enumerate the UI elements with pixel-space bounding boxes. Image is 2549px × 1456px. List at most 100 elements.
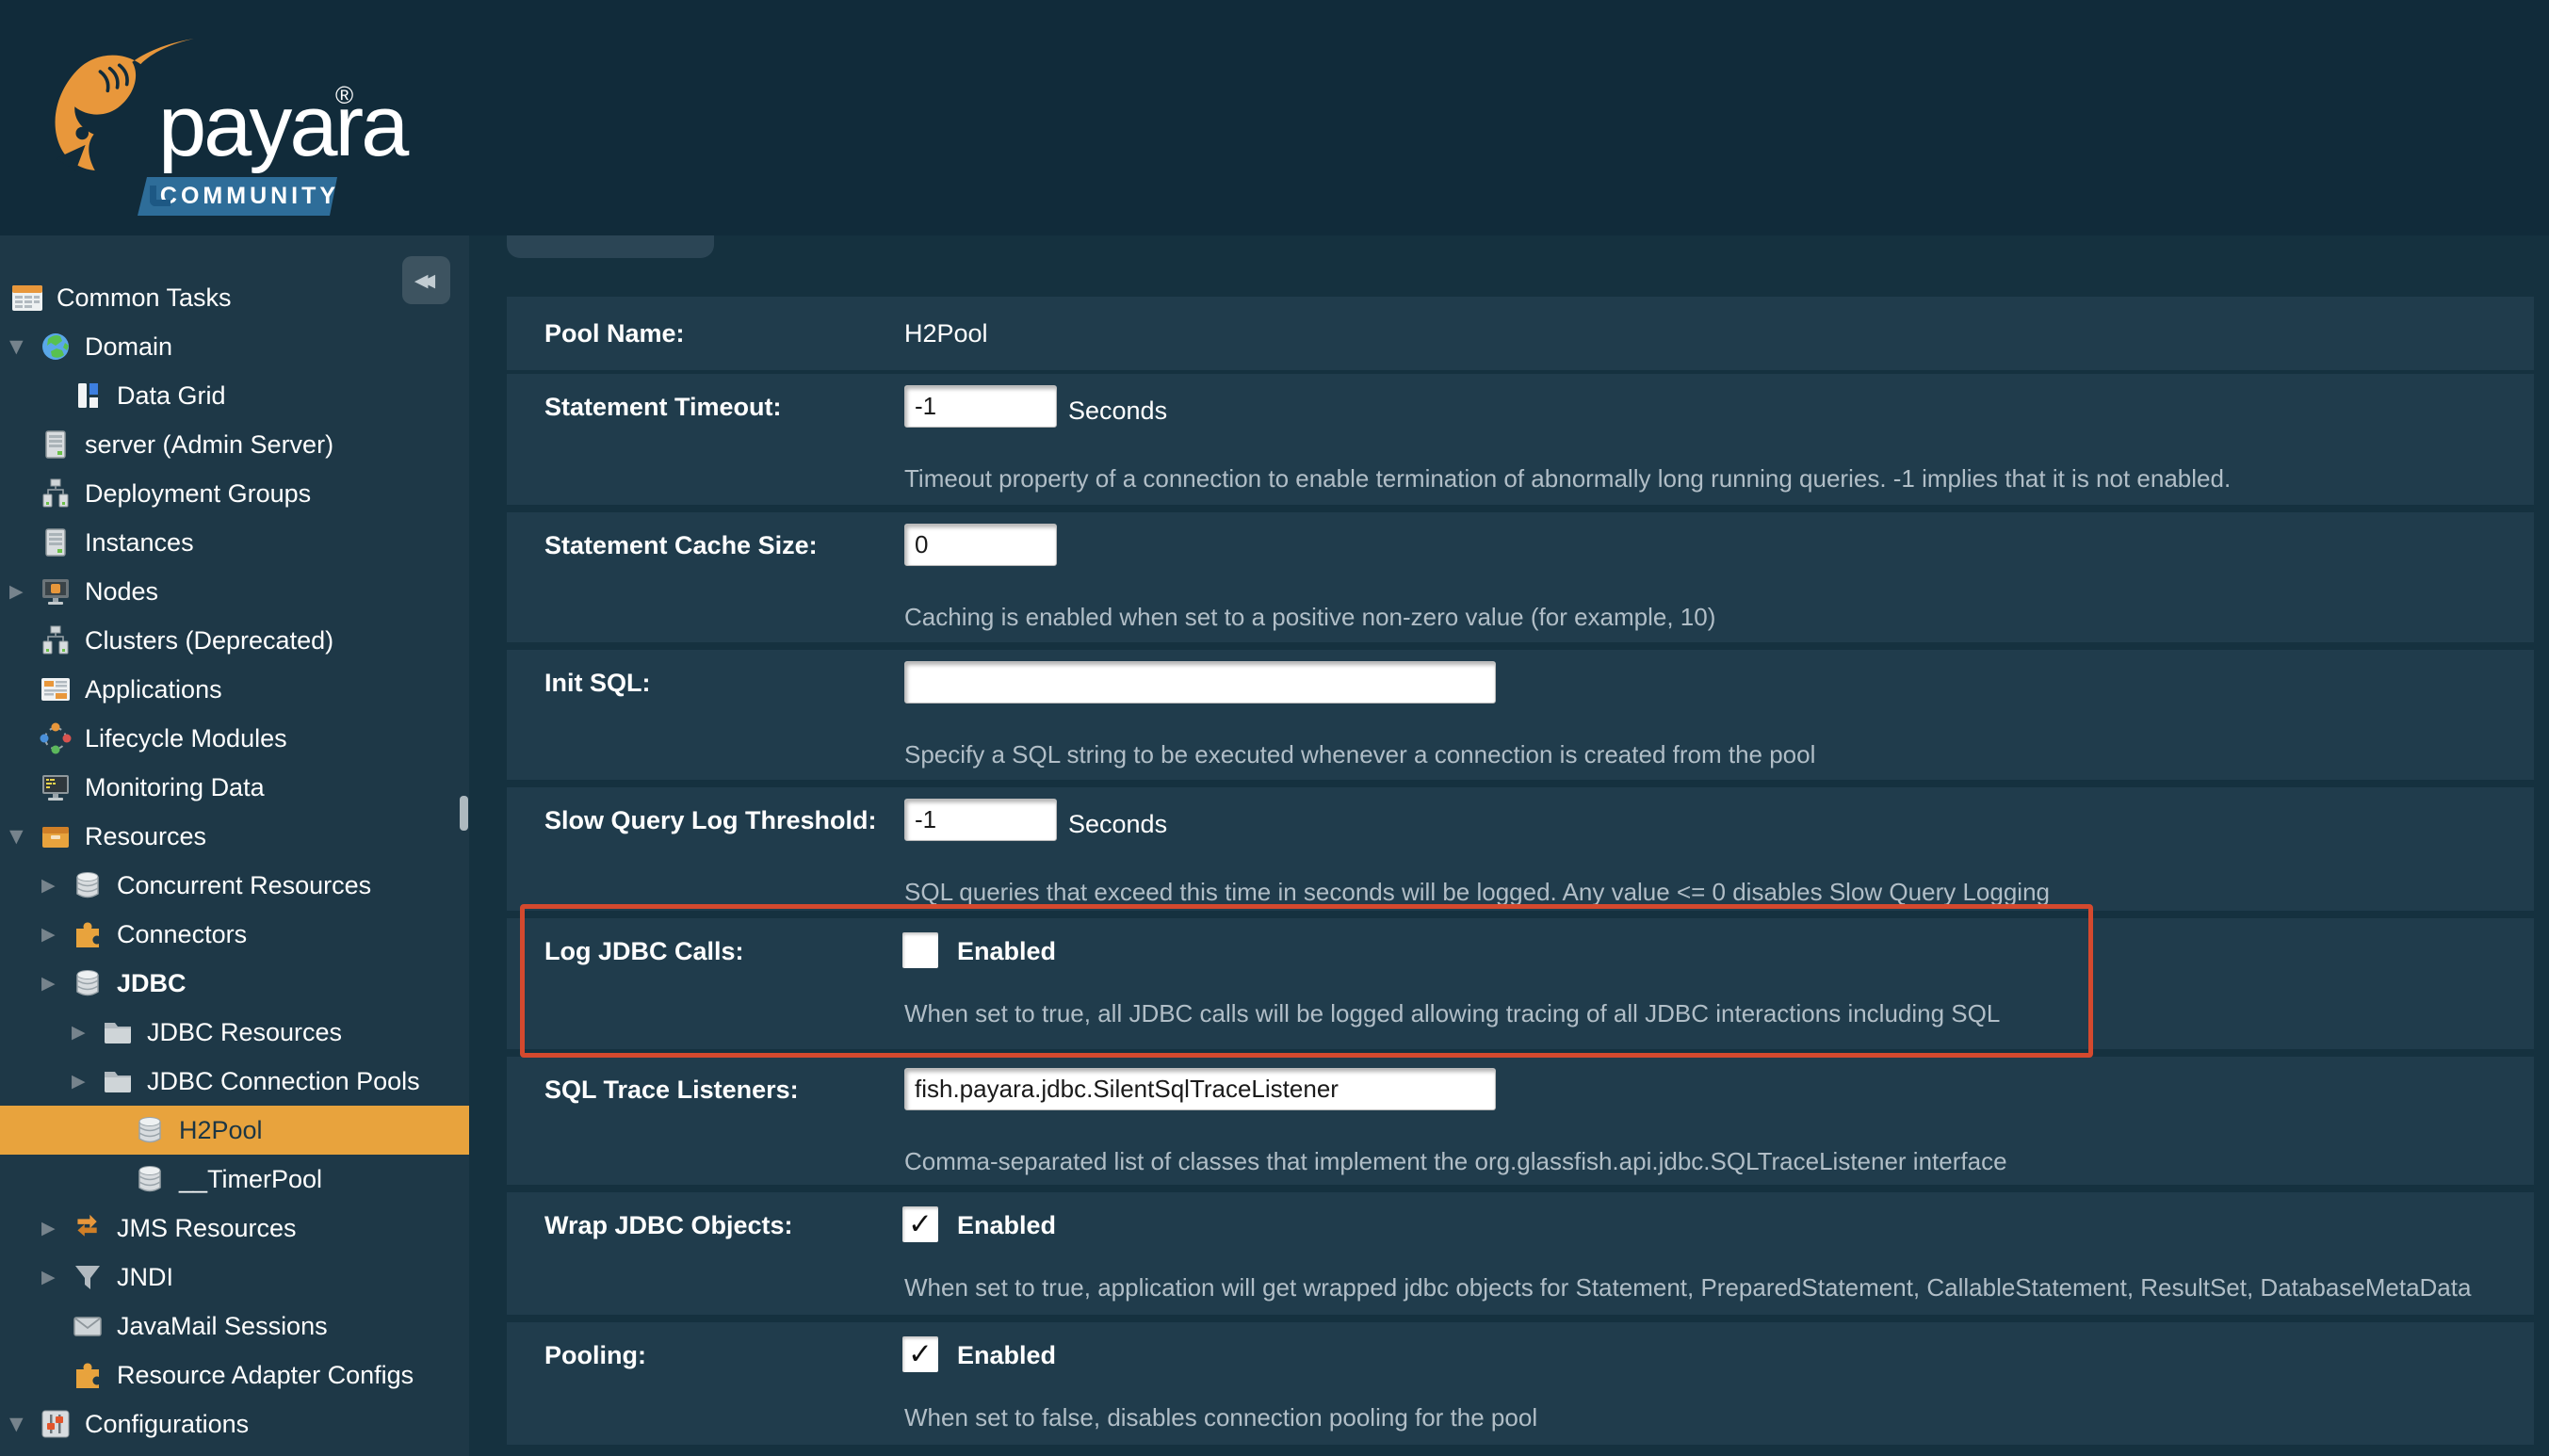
sidebar-item-lifecycle-modules[interactable]: Lifecycle Modules bbox=[0, 714, 469, 763]
sidebar-item-instances[interactable]: Instances bbox=[0, 518, 469, 567]
collapse-arrow-icon[interactable]: ▶ bbox=[41, 973, 72, 994]
common-tasks-icon bbox=[11, 282, 43, 314]
sidebar-item-clusters-deprecated[interactable]: Clusters (Deprecated) bbox=[0, 616, 469, 665]
sidebar-item-domain[interactable]: ▼Domain bbox=[0, 322, 469, 371]
pooling-description: When set to false, disables connection p… bbox=[904, 1403, 1537, 1432]
sidebar-item-label: Instances bbox=[85, 528, 194, 558]
expand-arrow-icon[interactable]: ▼ bbox=[9, 1414, 40, 1434]
collapse-double-arrow-icon: ◀◀ bbox=[414, 270, 429, 291]
statement-timeout-label: Statement Timeout: bbox=[544, 393, 782, 422]
sidebar-item-server-admin-server[interactable]: server (Admin Server) bbox=[0, 420, 469, 469]
sidebar-item-monitoring-data[interactable]: Monitoring Data bbox=[0, 763, 469, 812]
form-row-statement-cache-size: Statement Cache Size: Caching is enabled … bbox=[507, 512, 2534, 642]
log-jdbc-calls-label: Log JDBC Calls: bbox=[544, 937, 744, 966]
partial-tab[interactable] bbox=[507, 235, 714, 258]
slow-query-log-threshold-input[interactable] bbox=[904, 799, 1057, 841]
sidebar-item-javamail-sessions[interactable]: JavaMail Sessions bbox=[0, 1302, 469, 1351]
sidebar-item-jdbc-resources[interactable]: ▶JDBC Resources bbox=[0, 1008, 469, 1057]
database-icon bbox=[134, 1163, 166, 1195]
sidebar-item-label: JDBC bbox=[117, 969, 187, 998]
sidebar-item-applications[interactable]: Applications bbox=[0, 665, 469, 714]
sidebar-item-connectors[interactable]: ▶ Connectors bbox=[0, 910, 469, 959]
deployment-groups-icon bbox=[40, 624, 72, 656]
badge-hook-icon bbox=[150, 186, 170, 206]
form-row-pooling: Pooling: ✓ Enabled When set to false, disab… bbox=[507, 1322, 2534, 1445]
collapse-arrow-icon[interactable]: ▶ bbox=[41, 1267, 72, 1287]
collapse-arrow-icon[interactable]: ▶ bbox=[41, 1218, 72, 1238]
init-sql-input[interactable] bbox=[904, 661, 1496, 704]
data-grid-icon bbox=[72, 380, 104, 412]
log-jdbc-calls-checkbox[interactable] bbox=[902, 932, 938, 968]
sidebar-item-jdbc-connection-pools[interactable]: ▶ JDBC Connection Pools bbox=[0, 1057, 469, 1106]
slow-query-log-threshold-description: SQL queries that exceed this time in sec… bbox=[904, 878, 2050, 907]
sidebar-item-label: Clusters (Deprecated) bbox=[85, 626, 333, 655]
node-monitor-icon bbox=[40, 575, 72, 607]
statement-cache-size-description: Caching is enabled when set to a positiv… bbox=[904, 603, 1715, 632]
sidebar-item-timerpool[interactable]: __TimerPool bbox=[0, 1155, 469, 1204]
sidebar-item-jdbc[interactable]: ▶ JDBC bbox=[0, 959, 469, 1008]
sidebar-item-data-grid[interactable]: Data Grid bbox=[0, 371, 469, 420]
pooling-checkbox[interactable]: ✓ bbox=[902, 1336, 938, 1372]
globe-icon bbox=[40, 331, 72, 363]
statement-timeout-description: Timeout property of a connection to enab… bbox=[904, 464, 2231, 493]
expand-arrow-icon[interactable]: ▼ bbox=[9, 336, 40, 357]
navigation-tree: Common Tasks▼Domain Data Grid server (Admi… bbox=[0, 273, 469, 1448]
sidebar-item-nodes[interactable]: ▶Nodes bbox=[0, 567, 469, 616]
sidebar-item-label: Data Grid bbox=[117, 381, 226, 411]
sidebar-item-label: Resource Adapter Configs bbox=[117, 1361, 414, 1390]
registered-mark: ® bbox=[335, 81, 353, 110]
collapse-arrow-icon[interactable]: ▶ bbox=[41, 924, 72, 945]
form-row-slow-query-log-threshold: Slow Query Log Threshold:SecondsSQL quer… bbox=[507, 787, 2534, 911]
sidebar-item-label: JNDI bbox=[117, 1263, 173, 1292]
payara-logo: payara ® COMMUNITY bbox=[47, 28, 443, 226]
sidebar-item-label: Monitoring Data bbox=[85, 773, 265, 802]
sidebar: Common Tasks▼Domain Data Grid server (Admi… bbox=[0, 235, 469, 1456]
pooling-label: Pooling: bbox=[544, 1341, 646, 1370]
brand-name: payara bbox=[158, 77, 406, 176]
mail-icon bbox=[72, 1310, 104, 1342]
sidebar-item-label: Configurations bbox=[85, 1410, 249, 1439]
sidebar-item-deployment-groups[interactable]: Deployment Groups bbox=[0, 469, 469, 518]
statement-cache-size-label: Statement Cache Size: bbox=[544, 531, 818, 560]
form-row-sql-trace-listeners: SQL Trace Listeners:Comma-separated list… bbox=[507, 1057, 2534, 1185]
sidebar-collapse-button[interactable]: ◀◀ bbox=[402, 256, 450, 304]
folder-icon bbox=[102, 1065, 134, 1097]
sql-trace-listeners-input[interactable] bbox=[904, 1068, 1496, 1110]
wrap-jdbc-objects-description: When set to true, application will get w… bbox=[904, 1273, 2471, 1302]
wrap-jdbc-objects-checkbox[interactable]: ✓ bbox=[902, 1206, 938, 1242]
applications-icon bbox=[40, 673, 72, 705]
sidebar-item-label: Resources bbox=[85, 822, 206, 851]
sidebar-item-label: server (Admin Server) bbox=[85, 430, 333, 460]
sidebar-item-concurrent-resources[interactable]: ▶Concurrent Resources bbox=[0, 861, 469, 910]
sidebar-item-h2pool[interactable]: H2Pool bbox=[0, 1106, 469, 1155]
statement-timeout-input[interactable] bbox=[904, 385, 1057, 428]
sidebar-item-resources[interactable]: ▼ Resources bbox=[0, 812, 469, 861]
statement-cache-size-input[interactable] bbox=[904, 524, 1057, 566]
form-row-pool-name: Pool Name:H2Pool bbox=[507, 297, 2534, 370]
sql-trace-listeners-label: SQL Trace Listeners: bbox=[544, 1076, 799, 1105]
collapse-arrow-icon[interactable]: ▶ bbox=[9, 581, 40, 602]
filter-icon bbox=[72, 1261, 104, 1293]
form-row-log-jdbc-calls: Log JDBC Calls:EnabledWhen set to true, … bbox=[507, 918, 2534, 1049]
content-panel: Pool Name:H2Pool Statement Timeout: Second… bbox=[469, 235, 2549, 1456]
sidebar-item-configurations[interactable]: ▼ Configurations bbox=[0, 1399, 469, 1448]
sidebar-item-resource-adapter-configs[interactable]: Resource Adapter Configs bbox=[0, 1351, 469, 1399]
sidebar-item-label: JDBC Connection Pools bbox=[147, 1067, 420, 1096]
slow-query-log-threshold-label: Slow Query Log Threshold: bbox=[544, 806, 877, 835]
collapse-arrow-icon[interactable]: ▶ bbox=[41, 875, 72, 896]
sidebar-item-common-tasks[interactable]: Common Tasks bbox=[0, 273, 469, 322]
sidebar-item-label: Lifecycle Modules bbox=[85, 724, 287, 753]
statement-timeout-unit-label: Seconds bbox=[1068, 396, 1167, 426]
collapse-arrow-icon[interactable]: ▶ bbox=[72, 1022, 102, 1043]
sidebar-scrollbar-thumb[interactable] bbox=[460, 796, 468, 831]
pool-name-label: Pool Name: bbox=[544, 319, 685, 348]
expand-arrow-icon[interactable]: ▼ bbox=[9, 826, 40, 847]
sidebar-item-label: Connectors bbox=[117, 920, 247, 949]
sidebar-item-jms-resources[interactable]: ▶JMS Resources bbox=[0, 1204, 469, 1253]
sidebar-item-jndi[interactable]: ▶ JNDI bbox=[0, 1253, 469, 1302]
deployment-groups-icon bbox=[40, 477, 72, 510]
pooling-enabled-label: Enabled bbox=[957, 1341, 1056, 1370]
folder-icon bbox=[102, 1016, 134, 1048]
collapse-arrow-icon[interactable]: ▶ bbox=[72, 1071, 102, 1092]
sidebar-item-label: Deployment Groups bbox=[85, 479, 311, 509]
